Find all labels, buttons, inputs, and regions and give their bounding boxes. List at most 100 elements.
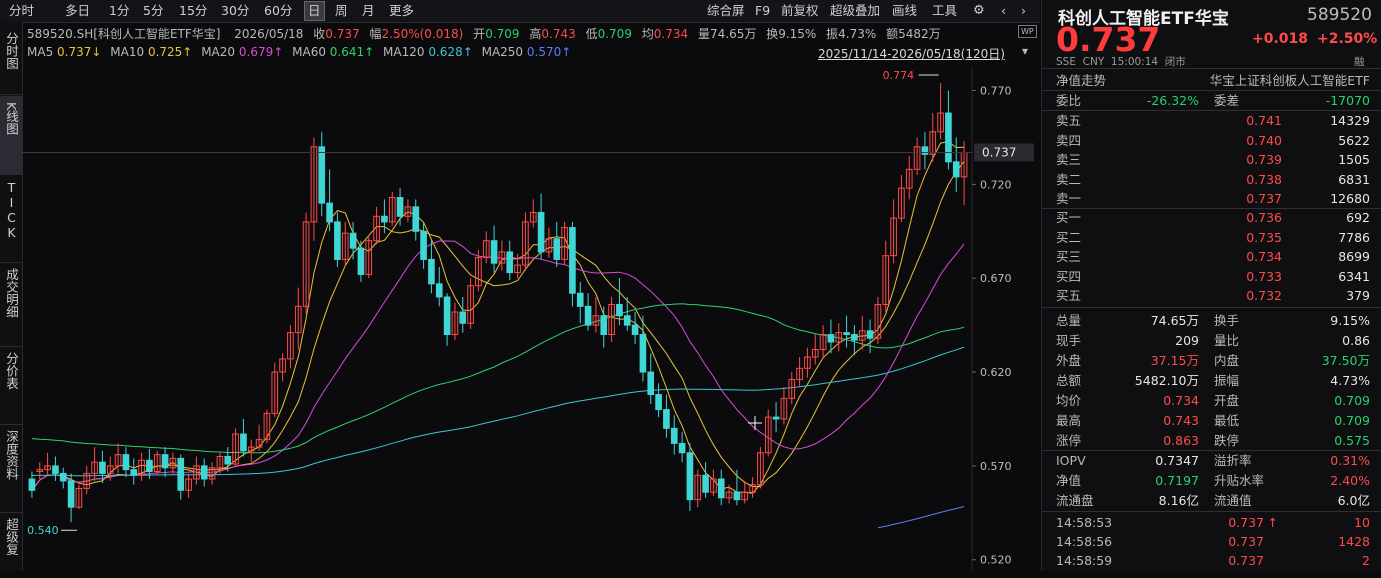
side-tab-depth[interactable]: 深度资料 xyxy=(0,424,22,513)
period-tab-15min[interactable]: 15分 xyxy=(176,2,210,20)
fund-table: IOPV 0.7347 溢折率 0.31% 净值 0.7197 升贴水率 2.40% 流通盘 8.… xyxy=(1042,451,1381,511)
book-row[interactable]: 现手 209 量比 0.86 xyxy=(1042,331,1381,351)
fund-label: 流通盘 xyxy=(1056,493,1094,508)
side-tab-fenshi[interactable]: 分时图 xyxy=(0,28,22,95)
tick-list[interactable]: 14:58:53 0.737 ↑ 10 14:58:56 0.737 1428 14:58:5… xyxy=(1042,513,1381,571)
bid-level-label: 买二 xyxy=(1056,229,1082,245)
book-row[interactable]: 外盘 37.15万 内盘 37.50万 xyxy=(1042,351,1381,371)
book-row[interactable]: IOPV 0.7347 溢折率 0.31% xyxy=(1042,451,1381,471)
period-tab-more[interactable]: 更多 xyxy=(386,2,417,20)
tick-time: 14:58:56 xyxy=(1056,534,1113,549)
webi-value: -26.32% xyxy=(1146,93,1199,108)
book-row[interactable]: 流通盘 8.16亿 流通值 6.0亿 xyxy=(1042,491,1381,511)
side-tab-trades[interactable]: 成交明细 xyxy=(0,262,22,347)
candle-body xyxy=(381,215,388,223)
book-row[interactable]: 净值 0.7197 升贴水率 2.40% xyxy=(1042,471,1381,491)
chevron-left-icon[interactable]: ‹ xyxy=(998,2,1009,20)
candle-body xyxy=(670,427,678,444)
side-tab-super[interactable]: 超级复 xyxy=(0,512,22,578)
book-row[interactable]: 14:58:56 0.737 1428 xyxy=(1042,532,1381,552)
fund-label: 净值 xyxy=(1056,473,1082,488)
candle-body xyxy=(412,206,420,232)
book-row[interactable]: 总额 5482.10万 振幅 4.73% xyxy=(1042,371,1381,391)
period-tab-day[interactable]: 日 xyxy=(304,1,325,21)
webi-row: 委比 -26.32% 委差 -17070 xyxy=(1042,91,1381,111)
kline-chart[interactable]: 0.770 0.720 0.670 0.620 0.570 0.520 0.737 0.774… xyxy=(22,68,1040,571)
ma10-label: MA10 xyxy=(110,45,145,59)
quote-panel: 科创人工智能ETF华宝 589520 0.737 +0.018 +2.50% S… xyxy=(1041,0,1381,571)
candle-body xyxy=(678,442,686,454)
chevron-down-icon[interactable]: ▾ xyxy=(1022,44,1028,58)
stat-value: 0.575 xyxy=(1334,433,1370,448)
y-tick-label: 0.770 xyxy=(980,85,1012,98)
side-tab-price-table[interactable]: 分价表 xyxy=(0,346,22,425)
stat-label: 最高 xyxy=(1056,413,1082,428)
toolbar-adjust[interactable]: 前复权 xyxy=(778,2,822,20)
book-row[interactable]: 14:58:59 0.737 2 xyxy=(1042,551,1381,571)
side-tab-label: 深度资料 xyxy=(4,430,19,480)
tab-fund-fullname[interactable]: 华宝上证科创板人工智能ETF xyxy=(1210,71,1370,91)
toolbar-overlay[interactable]: 超级叠加 xyxy=(827,2,883,20)
chevron-right-icon[interactable]: › xyxy=(1018,2,1029,20)
book-row[interactable]: 买五 0.732 379 xyxy=(1042,286,1381,306)
vib-label: 振 xyxy=(826,27,839,41)
period-tab-week[interactable]: 周 xyxy=(332,2,351,20)
book-row[interactable]: 总量 74.65万 换手 9.15% xyxy=(1042,311,1381,331)
book-row[interactable]: 卖五 0.741 14329 xyxy=(1042,111,1381,131)
stat-value: 37.50万 xyxy=(1321,353,1370,368)
high-value: 0.743 xyxy=(541,27,576,41)
book-row[interactable]: 买二 0.735 7786 xyxy=(1042,228,1381,248)
y-tick-label: 0.670 xyxy=(980,272,1012,285)
side-tab-label: 成交明细 xyxy=(4,268,19,318)
amt-label: 额 xyxy=(886,27,899,41)
gear-icon[interactable]: ⚙ xyxy=(970,2,988,20)
book-row[interactable]: 买三 0.734 8699 xyxy=(1042,247,1381,267)
candle-body xyxy=(576,292,584,307)
book-row[interactable]: 卖一 0.737 12680 xyxy=(1042,189,1381,209)
bid-price: 0.735 xyxy=(1246,229,1282,245)
tab-nav-trend[interactable]: 净值走势 xyxy=(1056,71,1106,91)
vib-value: 4.73% xyxy=(838,27,877,41)
period-tab-multiday[interactable]: 多日 xyxy=(62,2,93,20)
ma-line-ma5 xyxy=(31,141,965,494)
side-view-tabs: 分时图 K线图 TICK 成交明细 分价表 深度资料 超级复 xyxy=(0,22,23,571)
toolbar-tools[interactable]: 工具 xyxy=(929,2,960,20)
wp-badge[interactable]: WP xyxy=(1018,25,1037,38)
ask-level-label: 卖五 xyxy=(1056,113,1082,128)
book-row[interactable]: 14:58:53 0.737 ↑ 10 xyxy=(1042,513,1381,533)
book-row[interactable]: 卖二 0.738 6831 xyxy=(1042,170,1381,190)
side-tab-kline[interactable]: K线图 xyxy=(0,96,22,175)
book-row[interactable]: 卖三 0.739 1505 xyxy=(1042,150,1381,170)
toolbar-f9[interactable]: F9 xyxy=(752,2,773,20)
book-row[interactable]: 买四 0.733 6341 xyxy=(1042,267,1381,287)
toolbar-composite-screen[interactable]: 综合屏 xyxy=(704,2,748,20)
book-row[interactable]: 涨停 0.863 跌停 0.575 xyxy=(1042,431,1381,451)
stat-value: 0.734 xyxy=(1163,393,1199,408)
candle-body xyxy=(357,247,365,275)
bid-price: 0.732 xyxy=(1246,288,1282,303)
stat-value: 37.15万 xyxy=(1150,353,1199,368)
stat-value: 4.73% xyxy=(1330,373,1370,388)
avg-value: 0.734 xyxy=(653,27,689,41)
ask-level-label: 卖一 xyxy=(1056,191,1082,206)
ask-level-label: 卖二 xyxy=(1056,171,1082,187)
period-tab-1min[interactable]: 1分 xyxy=(106,2,132,20)
toolbar-draw[interactable]: 画线 xyxy=(889,2,920,20)
fund-label: IOPV xyxy=(1056,453,1086,468)
candle-body xyxy=(843,332,850,336)
stat-label: 最低 xyxy=(1214,413,1240,428)
bid-volume: 7786 xyxy=(1338,229,1370,245)
close-value: 0.737 xyxy=(325,27,360,41)
period-tab-30min[interactable]: 30分 xyxy=(218,2,252,20)
period-tab-60min[interactable]: 60分 xyxy=(261,2,295,20)
period-tab-5min[interactable]: 5分 xyxy=(140,2,166,20)
side-tab-tick[interactable]: TICK xyxy=(0,174,22,263)
book-row[interactable]: 最高 0.743 最低 0.709 xyxy=(1042,411,1381,431)
book-row[interactable]: 卖四 0.740 5622 xyxy=(1042,131,1381,151)
book-row[interactable]: 买一 0.736 692 xyxy=(1042,208,1381,228)
period-tab-fenshi[interactable]: 分时 xyxy=(6,2,37,20)
date-range[interactable]: 2025/11/14-2026/05/18(120日) xyxy=(818,45,1005,62)
ma60-value: 0.641↑ xyxy=(329,45,375,59)
book-row[interactable]: 均价 0.734 开盘 0.709 xyxy=(1042,391,1381,411)
period-tab-month[interactable]: 月 xyxy=(359,2,378,20)
